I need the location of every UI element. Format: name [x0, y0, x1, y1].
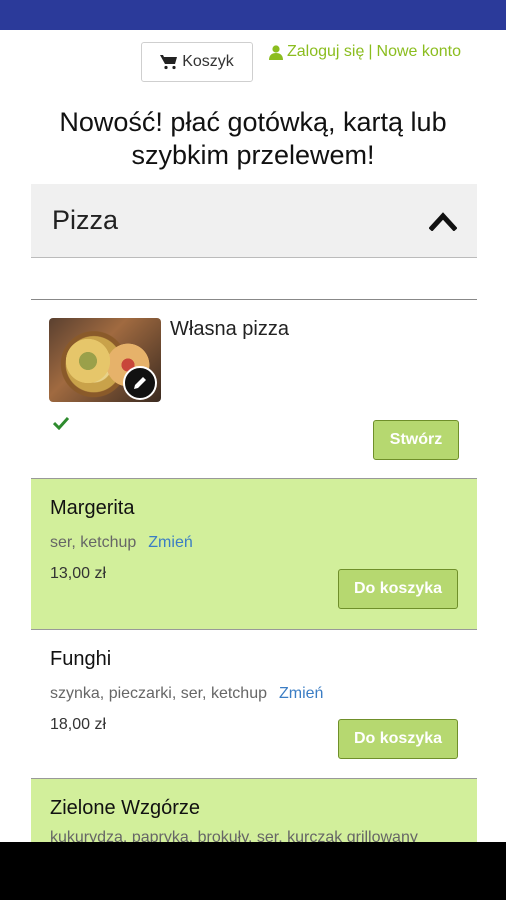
- change-link[interactable]: Zmień: [279, 685, 323, 702]
- product-row: Funghi szynka, pieczarki, ser, ketchup Zm…: [31, 630, 477, 779]
- change-link[interactable]: Zmień: [148, 534, 192, 551]
- auth-links: Zaloguj się | Nowe konto: [269, 43, 461, 61]
- ingredients-text: ser, ketchup: [50, 534, 137, 551]
- custom-pizza-name: Własna pizza: [170, 318, 289, 340]
- check-icon: [53, 416, 69, 430]
- promo-banner: Nowość! płać gotówką, kartą lub szybkim …: [59, 107, 447, 170]
- add-to-cart-button[interactable]: Do koszyka: [338, 719, 458, 759]
- user-icon: [269, 44, 283, 60]
- product-ingredients: szynka, pieczarki, ser, ketchup Zmień: [50, 685, 323, 703]
- product-name: Margerita: [50, 497, 135, 519]
- product-price: 13,00 zł: [50, 565, 107, 582]
- link-separator: |: [368, 43, 373, 60]
- create-button[interactable]: Stwórz: [373, 420, 459, 460]
- cart-icon: [160, 55, 178, 70]
- login-link[interactable]: Zaloguj się: [287, 43, 364, 61]
- status-bar: [0, 0, 506, 30]
- category-header-pizza[interactable]: Pizza: [31, 184, 477, 258]
- product-row: Margerita ser, ketchup Zmień 13,00 zł Do …: [31, 479, 477, 630]
- product-name: Funghi: [50, 648, 112, 670]
- pencil-icon[interactable]: [123, 366, 157, 400]
- custom-pizza-item: Własna pizza Stwórz: [31, 300, 477, 479]
- add-to-cart-button[interactable]: Do koszyka: [338, 569, 458, 609]
- register-link[interactable]: Nowe konto: [377, 43, 462, 61]
- product-price: 18,00 zł: [50, 716, 107, 733]
- chevron-up-icon[interactable]: [429, 211, 457, 231]
- product-ingredients: ser, ketchup Zmień: [50, 534, 193, 552]
- pizza-image: [49, 318, 161, 402]
- ingredients-text: szynka, pieczarki, ser, ketchup: [50, 685, 267, 702]
- cart-label: Koszyk: [182, 53, 234, 70]
- product-name: Zielone Wzgórze: [50, 797, 201, 819]
- ingredients-text: kukurydza, papryka, brokuły, ser, kurcza…: [50, 829, 418, 842]
- cart-button[interactable]: Koszyk: [141, 42, 253, 82]
- category-title: Pizza: [52, 205, 119, 235]
- navigation-bar: [0, 842, 506, 900]
- product-row: Zielone Wzgórze kukurydza, papryka, brok…: [31, 779, 477, 842]
- product-ingredients: kukurydza, papryka, brokuły, ser, kurcza…: [50, 829, 418, 842]
